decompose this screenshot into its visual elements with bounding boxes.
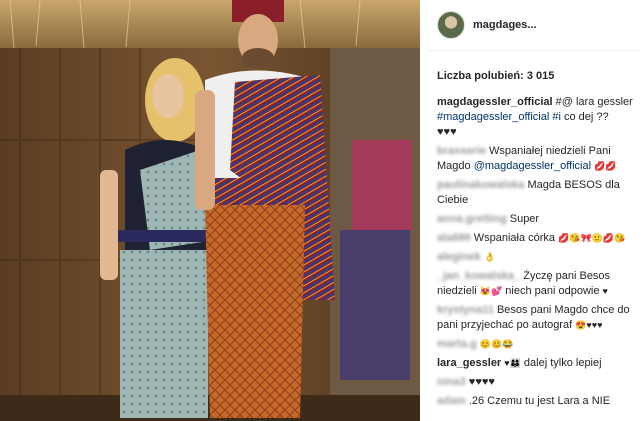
comment-emoji: ♥♥♥♥ (468, 376, 495, 388)
comment-username[interactable]: lara_gessler (437, 357, 501, 369)
comment-text: dalej tylko lepiej (523, 357, 602, 369)
comment-text: Super (509, 213, 540, 225)
comment-username[interactable]: paulinakowalska (437, 179, 524, 191)
comment-username[interactable]: brasserie (437, 145, 486, 157)
comment: anna.gretting Super (437, 212, 640, 227)
avatar[interactable] (437, 11, 465, 39)
comment-username[interactable]: nina3 (437, 376, 466, 388)
comment: aleginek 👌 (437, 250, 640, 265)
comment: brasserie Wspaniałej niedzieli Pani Magd… (437, 144, 640, 174)
comment-mention[interactable]: @magdagessler_official (474, 160, 591, 172)
caption-username[interactable]: magdagessler_official (437, 96, 553, 108)
post-sidebar: magdages... Liczba polubień: 3 015 magda… (428, 0, 640, 421)
comment-text: Wspaniała córka (473, 232, 556, 244)
post-photo (0, 0, 420, 421)
caption: magdagessler_official #@ lara gessler #m… (437, 95, 640, 140)
comment-text: .26 Czemu tu jest Lara a NIE (468, 395, 611, 407)
comment-emoji: 😍♥♥♥ (575, 320, 603, 330)
comment: nina3 ♥♥♥♥ (437, 375, 640, 390)
comment-username[interactable]: adam (437, 395, 466, 407)
post-username[interactable]: magdages... (473, 19, 537, 31)
caption-hashtags[interactable]: #magdagessler_official #i (437, 111, 561, 123)
comment-emoji: ♥👩‍👩‍👦 (504, 358, 521, 368)
instagram-post: magdages... Liczba polubień: 3 015 magda… (0, 0, 644, 421)
comment-emoji: 💋😘🎀🙂💋😘 (558, 233, 626, 243)
comment-username[interactable]: _jan_kowalska_ (437, 270, 520, 282)
comment-username[interactable]: aleginek (437, 251, 481, 263)
comment: paulinakowalska Magda BESOS dla Ciebie (437, 178, 640, 208)
comment: lara_gessler ♥👩‍👩‍👦 dalej tylko lepiej (437, 356, 640, 371)
caption-text: co dej ?? (564, 111, 609, 123)
caption-emoji: ♥♥♥ (437, 126, 457, 138)
comment-emoji: 😊😊😂 (479, 339, 514, 349)
comment-emoji: 👌 (484, 252, 496, 262)
comments-list: magdagessler_official #@ lara gessler #m… (437, 95, 640, 409)
post-header: magdages... (428, 0, 640, 51)
comment-emoji: 😻💕 (479, 286, 503, 296)
photo-illustration (0, 0, 420, 421)
comment: _jan_kowalska_ Życzę pani Besos niedziel… (437, 269, 640, 299)
comment-text: niech pani odpowie (505, 285, 600, 297)
caption-mention: #@ lara gessler (555, 96, 633, 108)
comment: krystyna11 Besos pani Magdo chce do pani… (437, 303, 640, 333)
comment: marta.g 😊😊😂 (437, 337, 640, 352)
comment: ala688 Wspaniała córka 💋😘🎀🙂💋😘 (437, 231, 640, 246)
comment-username[interactable]: krystyna11 (437, 304, 494, 316)
comment-username[interactable]: marta.g (437, 338, 477, 350)
comment-username[interactable]: ala688 (437, 232, 471, 244)
comment-username[interactable]: anna.gretting (437, 213, 507, 225)
comment: adam .26 Czemu tu jest Lara a NIE (437, 394, 640, 409)
comment-emoji: ♥ (602, 286, 608, 296)
likes-count[interactable]: Liczba polubień: 3 015 (437, 70, 640, 82)
comment-emoji: 💋💋 (594, 161, 617, 171)
